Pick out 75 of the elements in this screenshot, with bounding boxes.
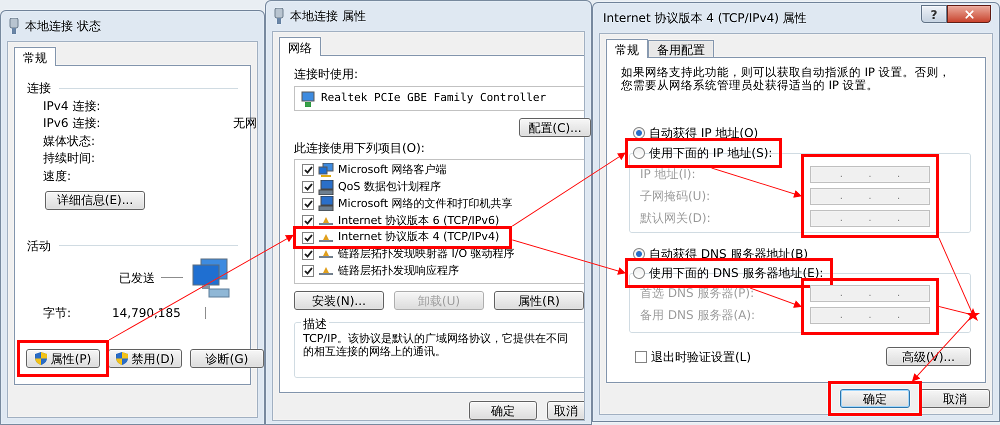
intro-text: 如果网络支持此功能，则可以获取自动指派的 IP 设置。否则，您需要从网络系统管理员处获得适当的 IP 设置。 (621, 66, 951, 92)
section-heading: 活动 (27, 238, 51, 254)
radio-button[interactable] (633, 267, 645, 279)
dialog-button[interactable]: 确定 (469, 401, 536, 420)
list-item[interactable]: Internet 协议版本 6 (TCP/IPv6) (302, 212, 504, 230)
protocol-icon (318, 216, 334, 226)
computer-service-icon (318, 196, 334, 212)
dialog-button[interactable]: 详细信息(E)... (45, 190, 145, 210)
radio-button[interactable] (633, 127, 645, 139)
network-client-icon (318, 163, 334, 178)
close-icon (962, 8, 976, 20)
field-label: 默认网关(D): (640, 210, 711, 227)
option-label: 自动获得 IP 地址(O) (649, 125, 758, 142)
checkbox[interactable] (302, 265, 314, 278)
list-item[interactable]: Microsoft 网络的文件和打印机共享 (302, 196, 517, 212)
field-label: 备用 DNS 服务器(A): (640, 307, 756, 324)
field-label: 媒体状态: (43, 134, 96, 148)
network-plug-icon (9, 18, 19, 34)
list-item[interactable]: 链路层拓扑发现响应程序 (302, 262, 463, 280)
section-heading: 连接 (27, 80, 51, 97)
bytes-label: 字节: (43, 304, 72, 322)
dialog-button[interactable]: 确定 (840, 389, 910, 408)
checkbox[interactable] (635, 350, 647, 362)
help-button[interactable]: ? (921, 5, 947, 23)
list-item[interactable]: Internet 协议版本 4 (TCP/IPv4) (302, 229, 504, 246)
field-value: 无网 (233, 115, 257, 132)
field-label: 子网掩码(U): (640, 188, 710, 205)
dialog-button[interactable]: 取消 (920, 389, 990, 408)
checkbox[interactable] (302, 181, 314, 194)
checkbox[interactable] (302, 198, 314, 210)
tab[interactable]: 网络 (279, 37, 321, 56)
tab[interactable]: 常规 (606, 39, 648, 58)
tab[interactable]: 常规 (14, 47, 56, 66)
sent-label: 已发送 (119, 270, 155, 286)
field-label: 此连接使用下列项目(O): (294, 140, 426, 157)
dialog-button[interactable]: 安装(N)... (294, 291, 384, 310)
protocol-icon (318, 266, 334, 276)
shield-icon (116, 352, 128, 365)
shield-icon (34, 352, 47, 365)
star-mark (966, 308, 980, 321)
dialog-button[interactable]: 配置(C)... (519, 118, 591, 137)
field-label: 持续时间: (43, 151, 96, 166)
list-item[interactable]: Microsoft 网络客户端 (302, 162, 451, 179)
option-label: 使用下面的 DNS 服务器地址(E): (649, 265, 824, 282)
close-button[interactable] (947, 5, 991, 23)
network-adapter-icon (301, 90, 315, 106)
dialog-button[interactable]: 取消 (546, 401, 584, 420)
network-plug-icon (274, 8, 284, 24)
window-title: 本地连接 状态 (25, 18, 101, 35)
dialog-button[interactable]: 属性(P) (26, 349, 100, 368)
protocol-icon (318, 249, 334, 260)
field-label: 连接时使用: (294, 66, 360, 83)
window-title: Internet 协议版本 4 (TCP/IPv4) 属性 (603, 10, 807, 27)
field-label: IPv6 连接: (43, 116, 100, 130)
list-item[interactable]: QoS 数据包计划程序 (302, 178, 445, 196)
protocol-icon (318, 232, 334, 243)
checkbox-label: 退出时验证设置(L) (651, 348, 752, 366)
dialog-button[interactable]: 诊断(G) (190, 349, 264, 368)
description-text: TCP/IP。该协议是默认的广域网络协议，它提供在不同的相互连接的网络上的通讯。 (303, 332, 569, 358)
field-label: IPv4 连接: (43, 98, 100, 113)
adapter-field: Realtek PCIe GBE Family Controller (294, 86, 584, 111)
computer-service-icon (318, 180, 334, 195)
field-label: 速度: (43, 168, 72, 183)
window-title: 本地连接 属性 (290, 8, 366, 25)
dialog-button[interactable]: 禁用(D) (108, 349, 182, 368)
group-heading: 描述 (301, 315, 329, 333)
option-label: 使用下面的 IP 地址(S): (649, 145, 772, 162)
checkbox[interactable] (302, 164, 314, 176)
tab[interactable]: 备用配置 (648, 40, 714, 57)
dialog-button[interactable]: 属性(R) (494, 291, 584, 310)
checkbox[interactable] (302, 232, 314, 244)
radio-button[interactable] (633, 147, 645, 159)
checkbox[interactable] (302, 248, 314, 260)
checkbox[interactable] (302, 214, 314, 227)
field-label: IP 地址(I): (640, 166, 696, 183)
